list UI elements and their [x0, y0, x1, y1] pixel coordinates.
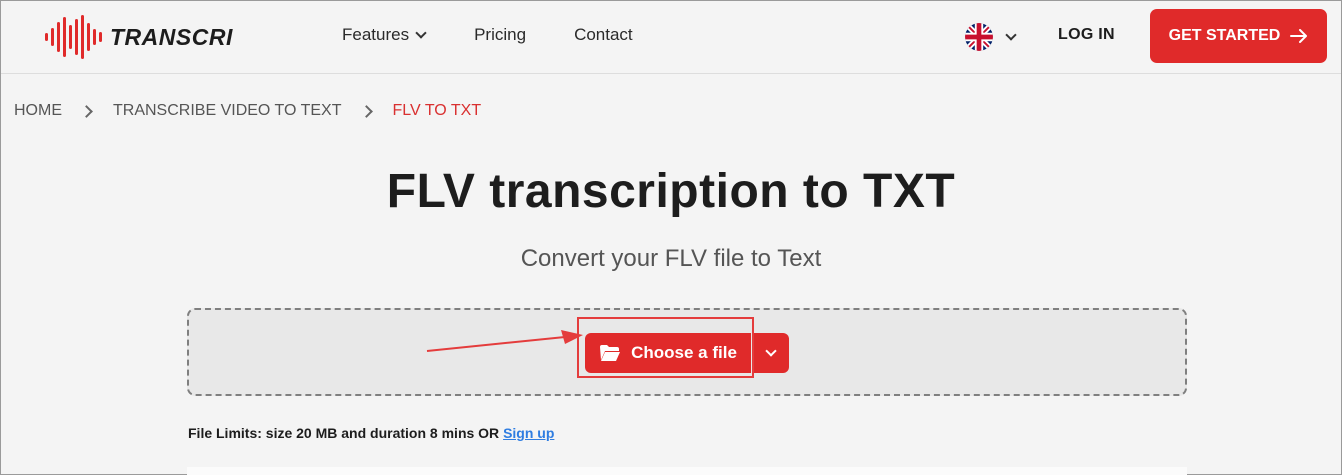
chevron-down-icon	[764, 344, 777, 357]
file-limits-label: File Limits: size 20 MB and duration 8 m…	[188, 425, 500, 441]
annotation-highlight-box	[577, 317, 754, 378]
language-selector[interactable]	[965, 23, 1017, 51]
logo-text: TRANSCRI	[110, 23, 233, 50]
chevron-right-icon	[359, 104, 373, 118]
upload-source-dropdown[interactable]	[752, 333, 789, 373]
nav-pricing-label: Pricing	[474, 25, 527, 44]
chevron-down-icon	[1005, 28, 1017, 41]
arrow-right-icon	[1290, 29, 1308, 43]
chevron-right-icon	[80, 104, 93, 118]
nav-pricing[interactable]: Pricing	[474, 25, 526, 45]
get-started-button[interactable]: GET STARTED	[1150, 9, 1327, 63]
logo[interactable]: TRANSCRI	[45, 15, 233, 59]
chevron-down-icon	[415, 26, 427, 39]
nav-contact-label: Contact	[574, 25, 633, 44]
content-card	[187, 467, 1187, 475]
nav-features[interactable]: Features	[342, 25, 427, 45]
breadcrumb-current: FLV TO TXT	[392, 102, 482, 119]
page-subtitle: Convert your FLV file to Text	[520, 245, 822, 272]
signup-link[interactable]: Sign up	[503, 425, 554, 441]
file-limits-text: File Limits: size 20 MB and duration 8 m…	[188, 425, 554, 441]
sound-wave-icon	[45, 15, 102, 59]
breadcrumb: HOME TRANSCRIBE VIDEO TO TEXT FLV TO TXT	[14, 102, 481, 120]
site-header: TRANSCRI Features Pricing Contact LOG IN	[1, 1, 1341, 74]
page-title: FLV transcription to TXT	[386, 165, 956, 218]
annotation-arrow-icon	[426, 330, 583, 352]
get-started-label: GET STARTED	[1168, 27, 1281, 44]
nav-features-label: Features	[342, 25, 410, 44]
uk-flag-icon	[965, 23, 993, 51]
main-nav: Features Pricing Contact	[342, 25, 633, 45]
breadcrumb-transcribe-video[interactable]: TRANSCRIBE VIDEO TO TEXT	[113, 102, 342, 120]
nav-contact[interactable]: Contact	[574, 25, 633, 45]
breadcrumb-home[interactable]: HOME	[14, 102, 62, 120]
login-link[interactable]: LOG IN	[1058, 26, 1115, 44]
